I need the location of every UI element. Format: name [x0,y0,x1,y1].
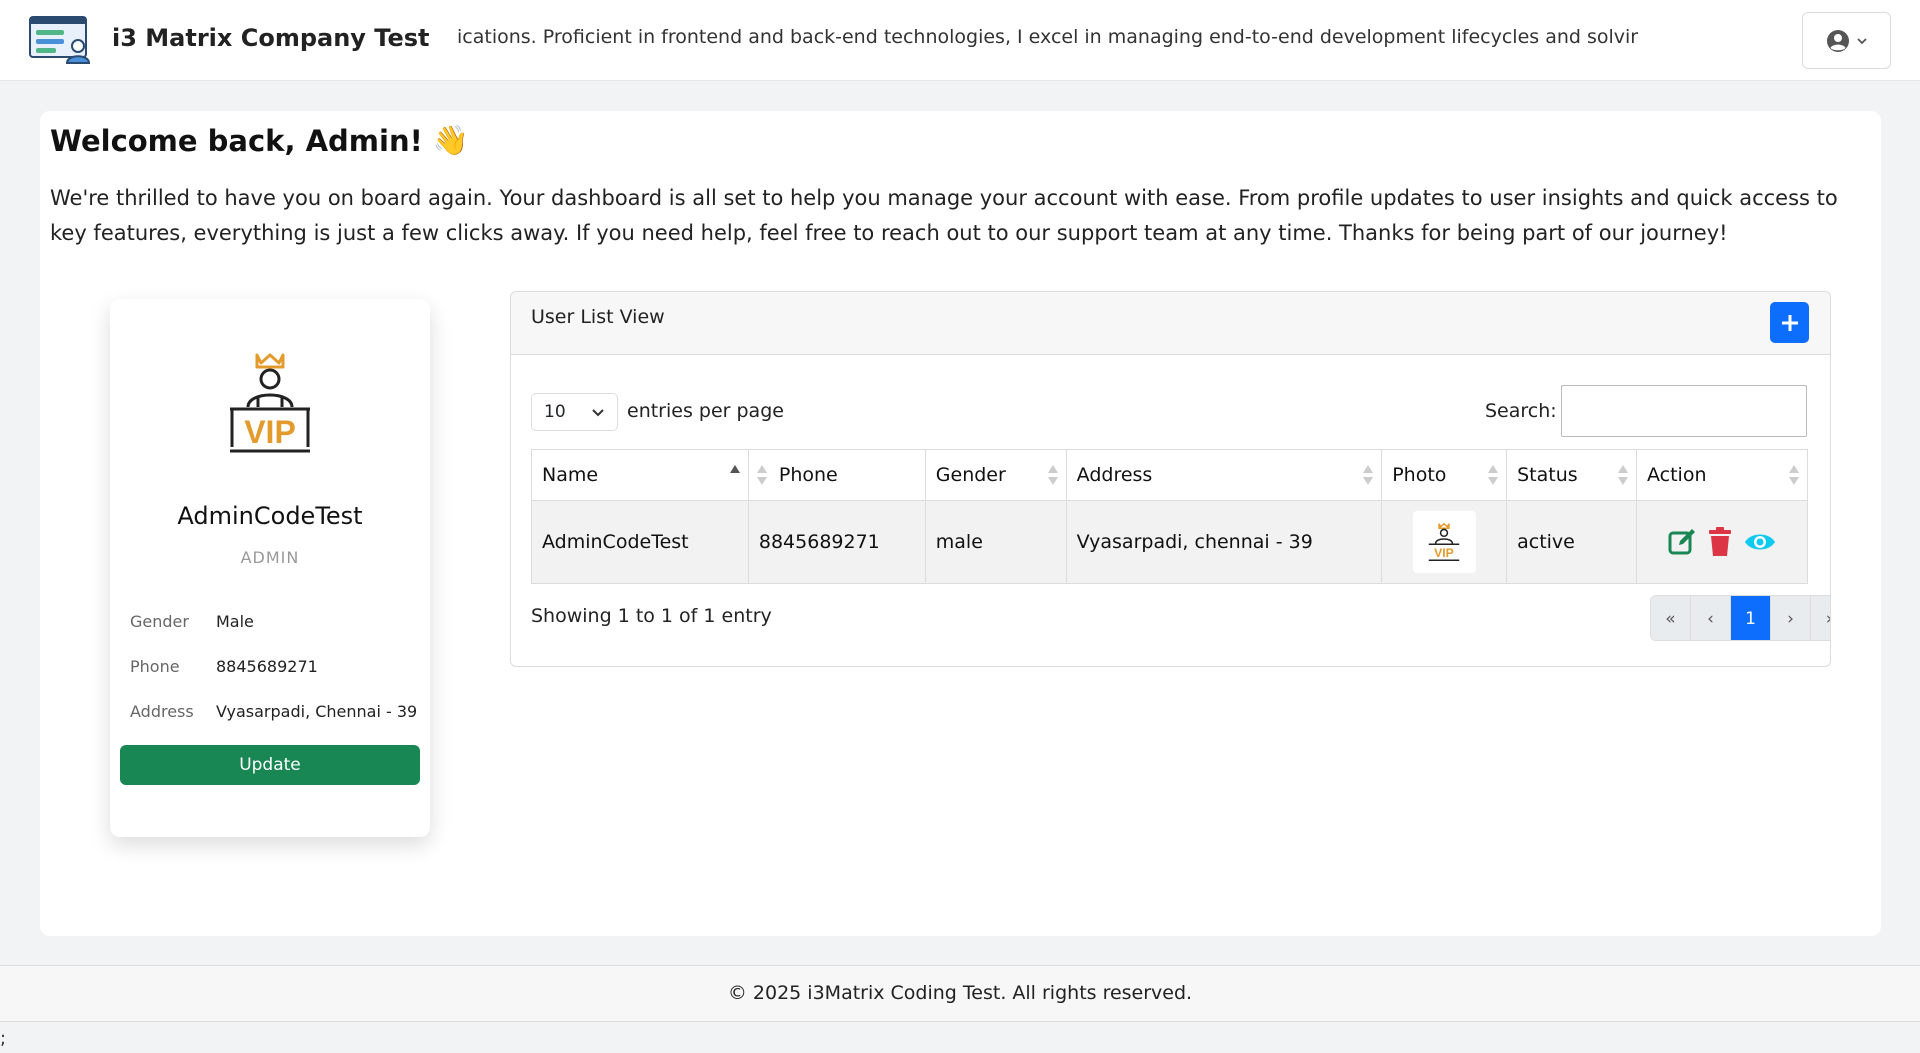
profile-card: VIP AdminCodeTest ADMIN Gender Male Phone… [110,299,430,837]
brand-name[interactable]: i3 Matrix Company Test [112,24,430,52]
welcome-title: Welcome back, Admin! 👋 [50,123,469,158]
user-list-title: User List View [531,306,665,328]
profile-address-row: Address Vyasarpadi, Chennai - 39 [130,702,417,721]
cell-gender: male [924,500,1067,584]
table-header-row: Name Phone Gender Address Photo Status A… [531,449,1809,501]
profile-phone-row: Phone 8845689271 [130,657,318,676]
column-header-gender[interactable]: Gender [924,449,1067,501]
plus-icon [1781,314,1798,331]
update-button[interactable]: Update [120,745,420,785]
user-circle-icon [1826,29,1849,52]
column-header-phone[interactable]: Phone [747,449,926,501]
search-label: Search: [1485,400,1557,422]
column-header-photo[interactable]: Photo [1381,449,1508,501]
brand-logo-icon[interactable] [29,16,95,64]
delete-icon[interactable] [1707,527,1733,557]
stray-text: ; [0,1028,7,1049]
sort-icon [1488,465,1499,485]
table-row: AdminCodeTest 8845689271 male Vyasarpadi… [531,500,1809,584]
footer-text: © 2025 i3Matrix Coding Test. All rights … [727,982,1193,1004]
marquee-text: ying scalable web applications. Proficie… [458,26,1639,48]
column-header-action[interactable]: Action [1635,449,1809,501]
entries-per-page-select[interactable]: 10 [531,393,618,431]
add-user-button[interactable] [1770,302,1809,343]
svg-text:VIP: VIP [244,414,296,450]
pager-first-button[interactable]: « [1651,596,1691,640]
column-header-address[interactable]: Address [1065,449,1383,501]
pager-next-button[interactable]: › [1771,596,1811,640]
entries-label: entries per page [627,400,784,422]
navbar: i3 Matrix Company Test ying scalable web… [0,0,1920,81]
vip-avatar-icon: VIP [1428,522,1460,562]
dashboard-card: Welcome back, Admin! 👋 We're thrilled to… [40,111,1881,936]
sort-icon [1363,465,1374,485]
profile-role: ADMIN [240,548,300,567]
address-value: Vyasarpadi, Chennai - 39 [216,702,418,721]
showing-entries-text: Showing 1 to 1 of 1 entry [531,605,772,627]
edit-icon[interactable] [1667,527,1697,557]
chevron-down-icon [592,409,604,417]
user-list-card: User List View 10 entries per page Searc… [510,291,1831,667]
welcome-title-text: Welcome back, Admin! [50,123,423,158]
column-header-name[interactable]: Name [531,449,749,501]
cell-address: Vyasarpadi, chennai - 39 [1065,500,1383,584]
chevron-down-icon [1856,37,1867,44]
sort-icon [756,465,767,485]
pagination: « ‹ 1 › » [1650,595,1830,641]
address-label: Address [130,702,194,721]
user-menu-button[interactable] [1802,12,1891,69]
profile-gender-row: Gender Male [130,612,254,631]
marquee-banner: ying scalable web applications. Proficie… [458,26,1772,56]
pager-page-button[interactable]: 1 [1731,596,1771,640]
cell-phone: 8845689271 [747,500,926,584]
phone-value: 8845689271 [216,657,318,676]
vip-avatar-icon: VIP [230,353,310,453]
sort-icon [1789,465,1799,485]
gender-value: Male [216,612,254,631]
search-input[interactable] [1561,385,1807,437]
waving-hand-icon: 👋 [432,123,469,157]
cell-action [1635,500,1809,584]
view-icon[interactable] [1743,527,1777,557]
entries-value: 10 [544,402,566,422]
svg-text:VIP: VIP [1434,546,1454,560]
user-photo-thumbnail[interactable]: VIP [1412,511,1476,573]
pager-prev-button[interactable]: ‹ [1691,596,1731,640]
cell-photo: VIP [1381,500,1508,584]
welcome-text: We're thrilled to have you on board agai… [50,186,1838,245]
user-list-header: User List View [511,292,1830,355]
profile-name: AdminCodeTest [177,502,363,530]
pager-last-button[interactable]: » [1811,596,1830,640]
phone-label: Phone [130,657,180,676]
sort-asc-icon [729,465,740,485]
sort-icon [1047,465,1058,485]
users-table: Name Phone Gender Address Photo Status A… [531,449,1809,584]
column-header-status[interactable]: Status [1506,449,1637,501]
footer: © 2025 i3Matrix Coding Test. All rights … [0,965,1920,1022]
cell-status: active [1506,500,1637,584]
gender-label: Gender [130,612,189,631]
row-actions [1647,527,1797,557]
cell-name: AdminCodeTest [531,500,749,584]
sort-icon [1617,465,1628,485]
